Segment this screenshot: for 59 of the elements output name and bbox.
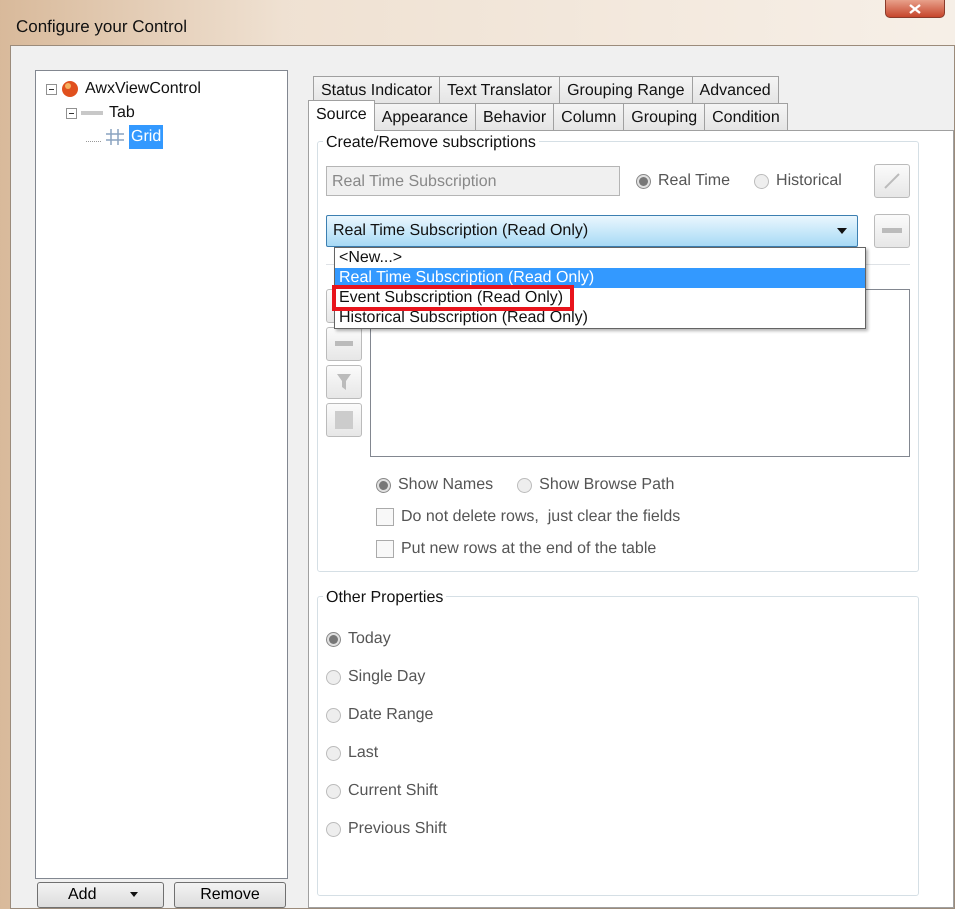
tab[interactable]: Column xyxy=(553,103,624,130)
checkbox-option[interactable]: Do not delete rows, just clear the fields xyxy=(376,505,910,529)
add-split-button[interactable]: Add xyxy=(37,882,164,908)
square-icon xyxy=(334,410,354,430)
radio-checked-icon[interactable] xyxy=(376,478,391,492)
filter-icon xyxy=(336,373,352,391)
dropdown-arrow-icon xyxy=(837,228,847,234)
tab[interactable]: Grouping xyxy=(623,103,706,130)
dropdown-option[interactable]: Event Subscription (Read Only) xyxy=(335,288,571,308)
radio-option[interactable]: Real Time xyxy=(636,169,730,193)
tab[interactable]: Source xyxy=(308,100,375,131)
radio-unchecked-icon[interactable] xyxy=(517,478,532,492)
pencil-icon xyxy=(882,171,902,191)
tree-item[interactable]: AwxViewControl xyxy=(83,77,203,101)
edit-button[interactable] xyxy=(874,164,910,198)
radio-option[interactable]: Single Day xyxy=(326,665,910,689)
collapse-toggle-icon[interactable] xyxy=(46,84,57,94)
remove-item-button[interactable] xyxy=(326,327,362,361)
tree-item[interactable]: Tab xyxy=(107,101,137,125)
tab[interactable]: Text Translator xyxy=(439,76,560,103)
tab[interactable]: Appearance xyxy=(374,103,476,130)
radio-checked-icon[interactable] xyxy=(326,632,341,646)
radio-unchecked-icon[interactable] xyxy=(326,708,341,722)
dropdown-option[interactable]: <New...> xyxy=(335,248,865,268)
tab[interactable]: Advanced xyxy=(692,76,779,103)
close-button[interactable] xyxy=(885,0,945,18)
radio-checked-icon[interactable] xyxy=(636,174,651,188)
caret-icon xyxy=(130,892,138,898)
radio-option[interactable]: Last xyxy=(326,741,910,765)
minus-icon xyxy=(882,227,902,235)
radio-unchecked-icon[interactable] xyxy=(326,670,341,684)
radio-option[interactable]: Historical xyxy=(754,169,842,193)
table-button[interactable] xyxy=(326,403,362,437)
tab[interactable]: Grouping Range xyxy=(559,76,693,103)
collapse-toggle-icon[interactable] xyxy=(66,108,77,118)
close-icon xyxy=(909,4,921,14)
tab[interactable]: Condition xyxy=(704,103,788,130)
tab[interactable]: Status Indicator xyxy=(313,76,440,103)
subscription-dropdown[interactable]: Real Time Subscription (Read Only) xyxy=(326,215,858,247)
dropdown-option[interactable]: Historical Subscription (Read Only) xyxy=(335,308,865,328)
radio-option[interactable]: Today xyxy=(326,627,910,651)
checkbox-option[interactable]: Put new rows at the end of the table xyxy=(376,537,910,561)
window-title: Configure your Control xyxy=(16,17,188,36)
minus-icon xyxy=(335,340,353,348)
radio-option[interactable]: Previous Shift xyxy=(326,817,910,841)
radio-option[interactable]: Date Range xyxy=(326,703,910,727)
radio-unchecked-icon[interactable] xyxy=(326,746,341,760)
radio-unchecked-icon[interactable] xyxy=(754,174,770,188)
radio-option[interactable]: Current Shift xyxy=(326,779,910,803)
radio-unchecked-icon[interactable] xyxy=(326,784,341,798)
orb-icon xyxy=(61,80,79,98)
remove-button[interactable]: Remove xyxy=(174,882,286,908)
radio-unchecked-icon[interactable] xyxy=(326,822,341,836)
tab-icon xyxy=(81,110,103,116)
grid-icon xyxy=(105,128,125,146)
radio-option[interactable]: Show Browse Path xyxy=(517,473,674,497)
tab[interactable]: Behavior xyxy=(475,103,554,130)
radio-option[interactable]: Show Names xyxy=(376,473,494,497)
remove-button[interactable] xyxy=(874,214,910,248)
